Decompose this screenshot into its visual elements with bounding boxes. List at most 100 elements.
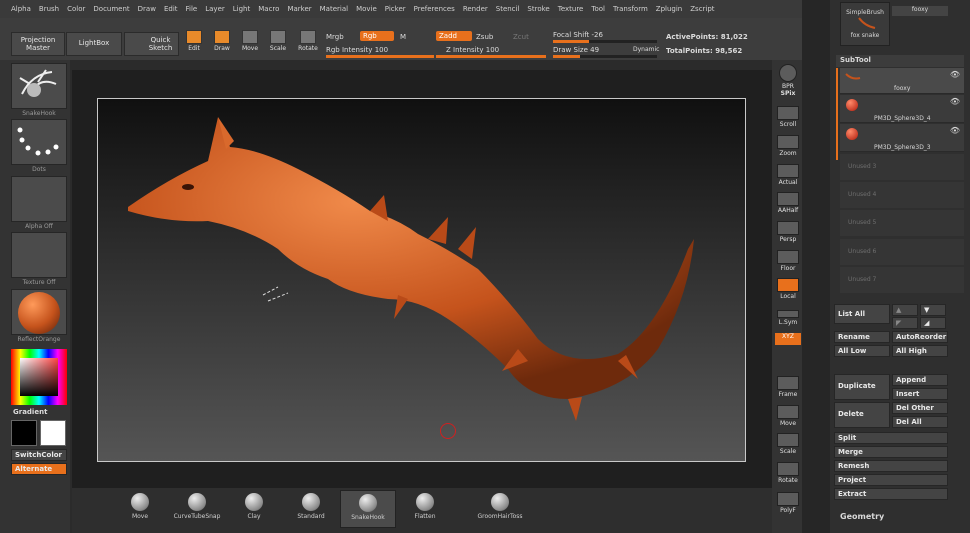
zsub-toggle[interactable]: Zsub <box>476 33 493 41</box>
document-canvas[interactable] <box>97 98 746 462</box>
material-thumbnail[interactable] <box>11 289 67 335</box>
menu-item-tool[interactable]: Tool <box>591 5 605 13</box>
tool-thumbnail-fooxy[interactable]: fooxy <box>892 6 948 16</box>
tool-thumbnail-simplebrush[interactable]: SimpleBrush fox snake <box>840 2 890 46</box>
brush-standard[interactable]: Standard <box>283 490 339 528</box>
eye-icon[interactable]: 👁 <box>950 70 960 79</box>
actual-button[interactable]: Actual <box>775 164 801 188</box>
menu-item-alpha[interactable]: Alpha <box>11 5 31 13</box>
menu-item-marker[interactable]: Marker <box>287 5 311 13</box>
local-button[interactable]: Local <box>775 278 801 302</box>
dynamic-toggle[interactable]: Dynamic <box>633 46 659 53</box>
edit-button[interactable]: Edit <box>181 30 207 56</box>
aahalf-button[interactable]: AAHalf <box>775 192 801 216</box>
move-view-button[interactable]: Move <box>775 405 801 429</box>
rotate-view-button[interactable]: Rotate <box>775 462 801 486</box>
menu-item-layer[interactable]: Layer <box>205 5 225 13</box>
remesh-button[interactable]: Remesh <box>834 460 948 472</box>
arrow-up-button[interactable]: ▲ <box>892 304 918 316</box>
texture-thumbnail[interactable] <box>11 232 67 278</box>
del-all-button[interactable]: Del All <box>892 416 948 428</box>
menu-item-draw[interactable]: Draw <box>138 5 156 13</box>
rename-button[interactable]: Rename <box>834 331 890 343</box>
subtool-unused-slot[interactable]: Unused 7 <box>840 267 964 293</box>
brush-move[interactable]: Move <box>112 490 168 528</box>
polyf-button[interactable]: PolyF <box>775 492 801 516</box>
scroll-button[interactable]: Scroll <box>775 106 801 130</box>
all-low-button[interactable]: All Low <box>834 345 890 357</box>
subtool-unused-slot[interactable]: Unused 6 <box>840 239 964 265</box>
append-button[interactable]: Append <box>892 374 948 386</box>
subtool-unused-slot[interactable]: Unused 3 <box>840 154 964 180</box>
lsym-button[interactable]: L.Sym <box>775 310 801 334</box>
arrow-up-alt-button[interactable]: ◤ <box>892 317 918 329</box>
focal-shift-slider[interactable] <box>553 40 657 43</box>
subtool-header[interactable]: SubTool <box>836 55 964 67</box>
switch-color-button[interactable]: SwitchColor <box>11 449 67 461</box>
merge-button[interactable]: Merge <box>834 446 948 458</box>
xyz-button[interactable]: XYZ <box>775 333 801 345</box>
list-all-button[interactable]: List All <box>834 304 890 324</box>
project-button[interactable]: Project <box>834 474 948 486</box>
persp-button[interactable]: Persp <box>775 221 801 245</box>
all-high-button[interactable]: All High <box>892 345 948 357</box>
scale-view-button[interactable]: Scale <box>775 433 801 457</box>
menu-item-document[interactable]: Document <box>93 5 129 13</box>
insert-button[interactable]: Insert <box>892 388 948 400</box>
subtool-row[interactable]: 👁 PM3D_Sphere3D_4 <box>840 95 964 123</box>
zadd-toggle[interactable]: Zadd <box>436 31 472 41</box>
frame-button[interactable]: Frame <box>775 376 801 400</box>
brush-snakehook[interactable]: SnakeHook <box>340 490 396 528</box>
menu-item-preferences[interactable]: Preferences <box>414 5 455 13</box>
extract-button[interactable]: Extract <box>834 488 948 500</box>
alpha-thumbnail[interactable] <box>11 176 67 222</box>
color-picker-square[interactable] <box>20 358 58 396</box>
move-button[interactable]: Move <box>237 30 263 56</box>
auto-reorder-button[interactable]: AutoReorder <box>892 331 948 343</box>
menu-item-render[interactable]: Render <box>463 5 488 13</box>
color-picker[interactable] <box>11 349 67 405</box>
brush-curvetubesnap[interactable]: CurveTubeSnap <box>169 490 225 528</box>
draw-size-slider[interactable] <box>553 55 657 58</box>
spix-button[interactable]: SPix <box>775 90 801 104</box>
zoom-button[interactable]: Zoom <box>775 135 801 159</box>
arrow-down-button[interactable]: ▼ <box>920 304 946 316</box>
menu-item-brush[interactable]: Brush <box>39 5 59 13</box>
subtool-row[interactable]: 👁 fooxy <box>840 68 964 94</box>
menu-item-transform[interactable]: Transform <box>613 5 648 13</box>
menu-item-material[interactable]: Material <box>320 5 348 13</box>
subtool-unused-slot[interactable]: Unused 4 <box>840 182 964 208</box>
z-intensity-slider[interactable] <box>436 55 546 58</box>
subtool-unused-slot[interactable]: Unused 5 <box>840 210 964 236</box>
rgb-toggle[interactable]: Rgb <box>360 31 394 41</box>
delete-button[interactable]: Delete <box>834 402 890 428</box>
rotate-button[interactable]: Rotate <box>295 30 321 56</box>
quick-sketch-button[interactable]: Quick Sketch <box>124 32 179 56</box>
main-color-swatch[interactable] <box>11 420 37 446</box>
menu-item-stencil[interactable]: Stencil <box>496 5 520 13</box>
floor-button[interactable]: Floor <box>775 250 801 274</box>
menu-item-macro[interactable]: Macro <box>258 5 279 13</box>
zcut-toggle[interactable]: Zcut <box>513 33 529 41</box>
brush-groomhairtoss[interactable]: GroomHairToss <box>470 490 530 528</box>
menu-item-zscript[interactable]: Zscript <box>690 5 714 13</box>
menu-item-color[interactable]: Color <box>67 5 85 13</box>
m-toggle[interactable]: M <box>400 33 406 41</box>
brush-clay[interactable]: Clay <box>226 490 282 528</box>
arrow-down-alt-button[interactable]: ◢ <box>920 317 946 329</box>
gradient-label[interactable]: Gradient <box>13 408 47 416</box>
menu-item-file[interactable]: File <box>186 5 198 13</box>
menu-item-texture[interactable]: Texture <box>558 5 584 13</box>
eye-icon[interactable]: 👁 <box>950 126 960 135</box>
menu-item-zplugin[interactable]: Zplugin <box>656 5 682 13</box>
lightbox-button[interactable]: LightBox <box>66 32 122 56</box>
split-button[interactable]: Split <box>834 432 948 444</box>
subtool-row[interactable]: 👁 PM3D_Sphere3D_3 <box>840 124 964 152</box>
duplicate-button[interactable]: Duplicate <box>834 374 890 400</box>
menu-item-picker[interactable]: Picker <box>385 5 406 13</box>
brush-thumbnail[interactable] <box>11 63 67 109</box>
projection-master-button[interactable]: Projection Master <box>11 32 65 56</box>
draw-button[interactable]: Draw <box>209 30 235 56</box>
del-other-button[interactable]: Del Other <box>892 402 948 414</box>
alternate-button[interactable]: Alternate <box>11 463 67 475</box>
